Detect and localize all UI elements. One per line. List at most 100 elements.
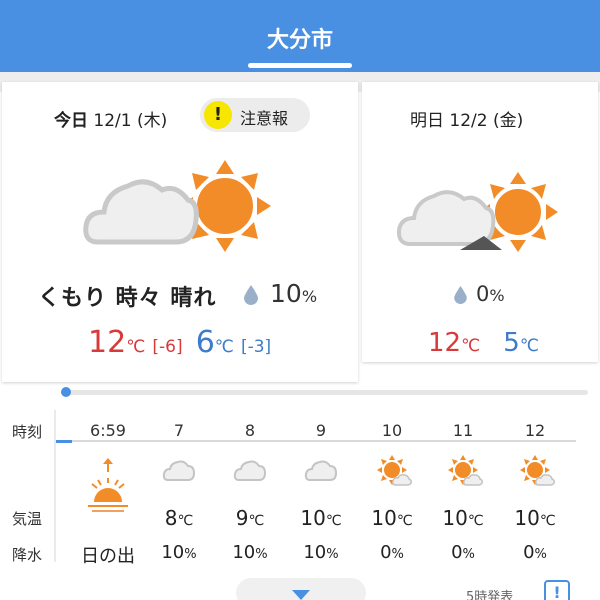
warning-badge[interactable]: ! 注意報 — [200, 98, 310, 132]
expand-hourly-button[interactable] — [236, 578, 366, 600]
tomorrow-high-temp: 12 — [428, 328, 462, 358]
chevron-down-icon — [292, 590, 310, 600]
temp-unit: ℃ — [177, 513, 194, 529]
hour-temp-value: 10 — [514, 506, 540, 530]
hour-temp: 8℃ — [144, 506, 214, 530]
today-low-diff: [-3] — [240, 337, 272, 357]
tomorrow-low-temp: 5 — [503, 328, 520, 358]
hour-time: 8 — [244, 421, 256, 440]
cloudy-then-sunny-icon — [83, 160, 271, 252]
temp-unit: ℃ — [214, 337, 234, 357]
row-label-time: 時刻 — [12, 423, 43, 441]
tomorrow-precip-chance: 0% — [476, 282, 505, 306]
app-header: 大分市 — [0, 0, 600, 72]
cloud-icon — [304, 460, 338, 481]
today-high-temp: 12 — [88, 325, 127, 360]
hour-time: 6:59 — [90, 421, 126, 440]
rain-unit: % — [462, 547, 475, 562]
warning-label: 注意報 — [240, 109, 289, 128]
tomorrow-date: 12/2 (金) — [449, 111, 524, 131]
hour-temp-value: 10 — [371, 506, 397, 530]
tab-indicator — [248, 63, 352, 68]
tomorrow-date-label: 明日 12/2 (金) — [410, 106, 523, 131]
hour-rain: 0% — [357, 542, 427, 563]
sun-cloud-icon — [520, 455, 555, 486]
today-temperatures: 12℃ [-6] 6℃ [-3] — [88, 325, 271, 360]
hour-rain: 日の出 — [81, 546, 135, 567]
rain-unit: % — [255, 547, 268, 562]
exclamation-icon: ! — [204, 101, 232, 129]
hour-rain-value: 10 — [303, 542, 327, 563]
info-button[interactable]: ! — [544, 580, 570, 600]
hour-rain-value: 10 — [232, 542, 256, 563]
hour-rain: 0% — [500, 542, 570, 563]
today-low-temp: 6 — [195, 325, 215, 360]
cloud-icon — [162, 460, 196, 481]
raindrop-icon — [244, 285, 258, 305]
cloudy-then-sunny-icon — [396, 172, 558, 252]
hour-temp-value: 8 — [164, 506, 178, 530]
hour-time: 9 — [315, 421, 327, 440]
hour-rain-value: 10 — [161, 542, 185, 563]
cloud-icon — [233, 460, 267, 481]
temp-unit: ℃ — [126, 337, 146, 357]
tomorrow-temperatures: 12℃ 5℃ — [428, 328, 539, 358]
tomorrow-pop-unit: % — [489, 286, 505, 305]
temp-unit: ℃ — [461, 336, 481, 356]
issued-time: 5時発表 — [466, 590, 514, 600]
today-pop-value: 10 — [270, 279, 302, 308]
rain-unit: % — [326, 547, 339, 562]
today-label: 今日 — [54, 111, 88, 131]
temp-unit: ℃ — [248, 513, 265, 529]
time-axis-current-marker — [56, 440, 72, 443]
hour-rain: 10% — [286, 542, 356, 563]
row-label-rain: 降水 — [12, 546, 43, 564]
hour-rain-value: 0 — [451, 542, 463, 563]
tomorrow-pop-value: 0 — [476, 282, 490, 306]
rain-unit: % — [534, 547, 547, 562]
today-card[interactable]: 今日 12/1 (木) ! 注意報 くもり 時々 晴れ 10% 12℃ [-6]… — [2, 82, 358, 382]
today-date: 12/1 (木) — [93, 111, 168, 131]
temp-unit: ℃ — [539, 513, 556, 529]
hourly-scrollbar[interactable] — [62, 390, 588, 395]
hour-temp: 10℃ — [500, 506, 570, 530]
hour-rain: 10% — [144, 542, 214, 563]
hour-temp: 10℃ — [357, 506, 427, 530]
today-date-label: 今日 12/1 (木) — [54, 106, 167, 131]
temp-unit: ℃ — [325, 513, 342, 529]
hour-time: 11 — [452, 421, 474, 440]
raindrop-icon — [454, 286, 467, 304]
sun-cloud-icon — [377, 455, 412, 486]
today-precip-chance: 10% — [270, 279, 317, 308]
today-high-diff: [-6] — [152, 337, 183, 357]
scrollbar-thumb[interactable] — [61, 387, 71, 397]
rain-unit: % — [184, 547, 197, 562]
tomorrow-card[interactable]: 明日 12/2 (金) 0% 12℃ 5℃ — [362, 82, 598, 362]
hour-time: 7 — [173, 421, 185, 440]
sunrise-icon — [88, 458, 128, 512]
row-label-temp: 気温 — [12, 510, 43, 528]
hour-temp-value: 9 — [235, 506, 249, 530]
row-label-divider — [54, 410, 56, 562]
temp-unit: ℃ — [519, 336, 539, 356]
sun-cloud-icon — [448, 455, 483, 486]
hour-temp: 10℃ — [428, 506, 498, 530]
hour-rain: 0% — [428, 542, 498, 563]
hour-rain-value: 0 — [380, 542, 392, 563]
time-axis-line — [56, 440, 576, 442]
hour-rain-value: 0 — [523, 542, 535, 563]
hour-temp: 9℃ — [215, 506, 285, 530]
today-pop-unit: % — [301, 287, 318, 306]
hour-time: 10 — [381, 421, 403, 440]
rain-unit: % — [391, 547, 404, 562]
temp-unit: ℃ — [467, 513, 484, 529]
tomorrow-label: 明日 — [410, 111, 444, 131]
temp-unit: ℃ — [396, 513, 413, 529]
hour-rain: 10% — [215, 542, 285, 563]
hour-temp-value: 10 — [442, 506, 468, 530]
hour-time: 12 — [524, 421, 546, 440]
city-title: 大分市 — [266, 28, 333, 53]
hour-temp: 10℃ — [286, 506, 356, 530]
hour-temp-value: 10 — [300, 506, 326, 530]
weather-description: くもり 時々 晴れ — [38, 286, 217, 311]
